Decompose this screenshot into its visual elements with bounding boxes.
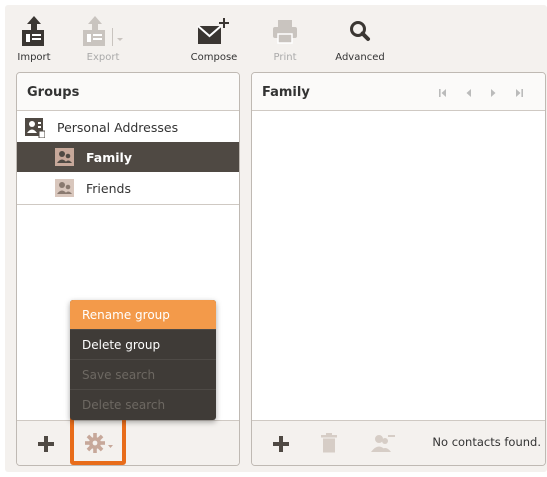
contacts-status-text: No contacts found. (432, 435, 541, 449)
first-page-icon[interactable] (438, 88, 448, 98)
gear-button-highlight (70, 415, 126, 465)
menu-item-save-search: Save search (70, 360, 216, 390)
group-item-friends[interactable]: Friends (17, 173, 239, 203)
contacts-panel-footer: No contacts found. (252, 420, 545, 465)
group-item-family[interactable]: Family (17, 142, 239, 172)
menu-item-delete-group[interactable]: Delete group (70, 330, 216, 360)
group-actions-menu: Rename group Delete group Save search De… (70, 300, 216, 420)
import-label: Import (17, 52, 51, 63)
delete-contact-button[interactable] (314, 421, 344, 465)
print-icon (273, 20, 297, 44)
menu-item-delete-search: Delete search (82, 398, 166, 412)
export-button[interactable]: Export (76, 10, 144, 66)
plus-icon (273, 436, 289, 452)
export-label: Export (86, 52, 120, 63)
contacts-panel-header: Family (252, 73, 545, 111)
advanced-label: Advanced (335, 52, 385, 63)
compose-label: Compose (190, 52, 238, 63)
group-item-label: Friends (86, 181, 131, 196)
remove-member-icon (371, 435, 395, 452)
groups-panel-footer (17, 420, 239, 465)
remove-from-group-button[interactable] (366, 421, 400, 465)
group-icon (55, 179, 74, 197)
import-button[interactable]: Import (16, 10, 52, 66)
print-button[interactable]: Print (268, 10, 302, 66)
plus-icon (38, 436, 54, 452)
previous-page-icon[interactable] (464, 88, 474, 98)
groups-panel-title: Groups (27, 85, 80, 100)
address-book-icon (25, 118, 45, 138)
compose-button[interactable]: Compose (184, 10, 244, 66)
groups-panel-header: Groups (17, 73, 239, 111)
add-group-button[interactable] (31, 421, 61, 465)
compose-icon (197, 18, 229, 44)
last-page-icon[interactable] (514, 88, 524, 98)
magnifier-icon (350, 21, 370, 41)
trash-icon (321, 433, 337, 453)
group-item-label: Personal Addresses (57, 120, 179, 135)
groups-list-divider (17, 204, 239, 205)
group-icon (55, 148, 74, 166)
advanced-search-button[interactable]: Advanced (332, 10, 388, 66)
group-item-personal-addresses[interactable]: Personal Addresses (17, 112, 239, 142)
group-item-label: Family (86, 150, 132, 165)
contacts-panel: Family No contacts found. (251, 72, 546, 466)
contacts-panel-title: Family (262, 85, 310, 100)
menu-item-rename-group[interactable]: Rename group (70, 300, 216, 330)
print-label: Print (273, 52, 297, 63)
export-icon (83, 16, 123, 46)
import-icon (22, 16, 44, 46)
add-contact-button[interactable] (266, 421, 296, 465)
next-page-icon[interactable] (488, 88, 498, 98)
